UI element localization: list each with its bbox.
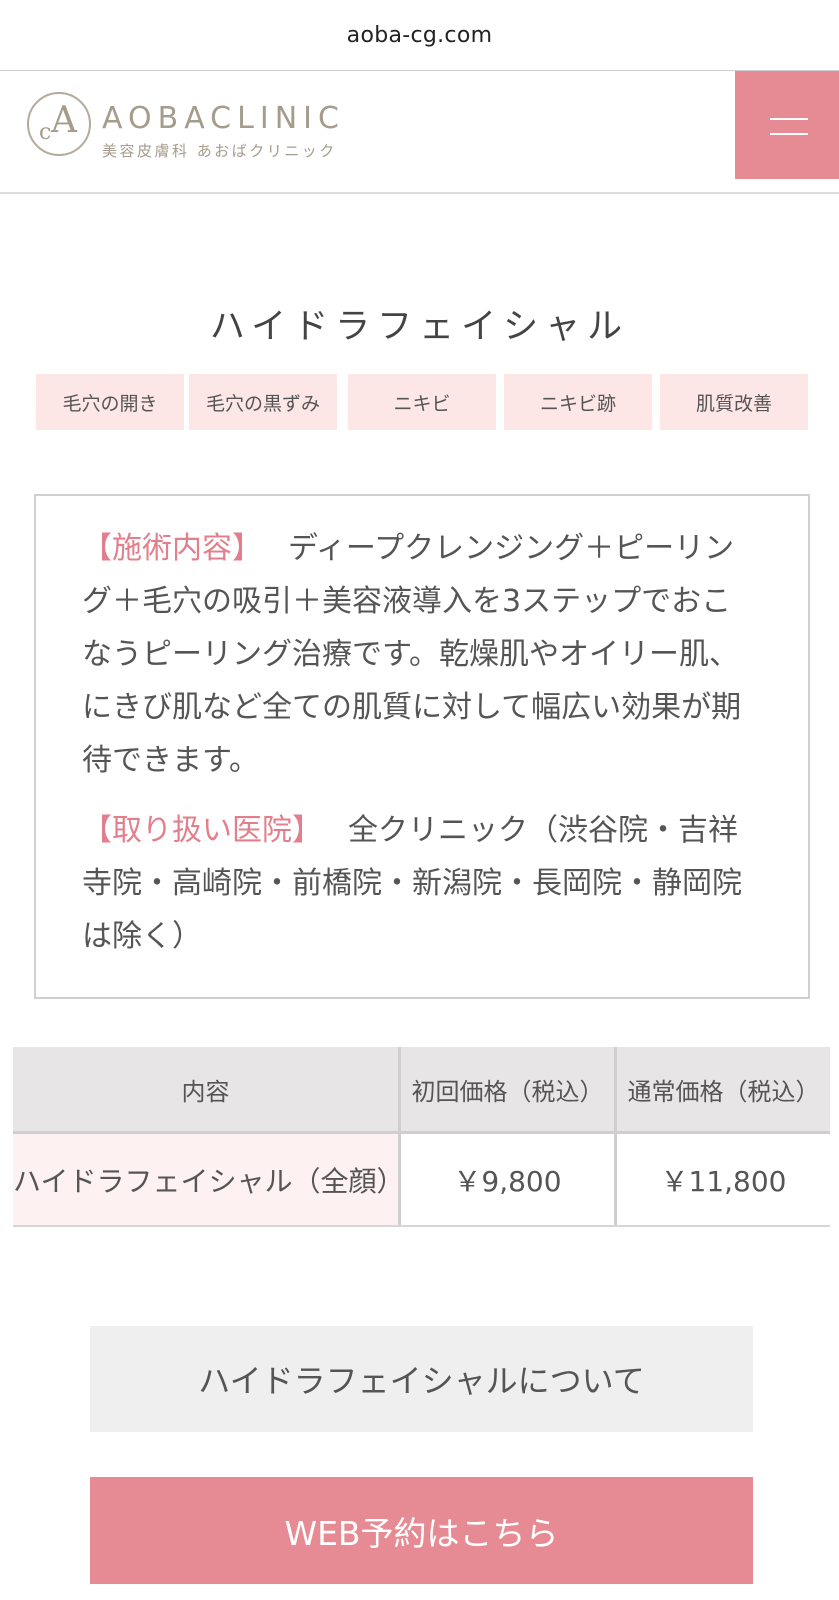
browser-url-bar[interactable]: aoba-cg.com xyxy=(0,0,839,71)
tag-acne-scars[interactable]: ニキビ跡 xyxy=(504,374,652,430)
table-row: ハイドラフェイシャル（全顔） ￥9,800 ￥11,800 xyxy=(13,1134,830,1227)
content-text: ディープクレンジング＋ピーリング＋毛穴の吸引＋美容液導入を3ステップでおこなうピ… xyxy=(82,531,742,778)
row-regular-price: ￥11,800 xyxy=(614,1134,830,1225)
site-header: c A AOBACLINIC 美容皮膚科 あおばクリニック xyxy=(0,71,839,194)
table-header-row: 内容 初回価格（税込） 通常価格（税込） xyxy=(13,1047,830,1134)
content-label: 【施術内容】 xyxy=(82,531,262,566)
web-reservation-button[interactable]: WEB予約はこちら xyxy=(90,1477,753,1584)
treatment-content: 【施術内容】 ディープクレンジング＋ピーリング＋毛穴の吸引＋美容液導入を3ステップ… xyxy=(82,522,742,787)
logo-subtitle: 美容皮膚科 あおばクリニック xyxy=(102,142,337,160)
treatment-clinics: 【取り扱い医院】 全クリニック（渋谷院・吉祥寺院・高崎院・前橋院・新潟院・長岡院・… xyxy=(82,804,742,963)
hamburger-icon-line xyxy=(770,133,808,135)
row-treatment-name: ハイドラフェイシャル（全顔） xyxy=(13,1134,404,1225)
clinics-label: 【取り扱い医院】 xyxy=(82,813,322,848)
tag-acne[interactable]: ニキビ xyxy=(348,374,496,430)
row-first-price: ￥9,800 xyxy=(398,1134,614,1225)
tag-blackheads[interactable]: 毛穴の黒ずみ xyxy=(189,374,337,430)
tag-skin-quality[interactable]: 肌質改善 xyxy=(660,374,808,430)
page-title: ハイドラフェイシャル xyxy=(209,307,630,347)
clinic-logo-icon[interactable]: c A xyxy=(27,92,91,156)
header-first-price: 初回価格（税込） xyxy=(398,1047,614,1131)
treatment-info-box: 【施術内容】 ディープクレンジング＋ピーリング＋毛穴の吸引＋美容液導入を3ステップ… xyxy=(34,494,810,999)
url-text: aoba-cg.com xyxy=(346,22,493,48)
menu-button[interactable] xyxy=(735,71,839,179)
tag-pore-opening[interactable]: 毛穴の開き xyxy=(36,374,184,430)
concern-tags: 毛穴の開き 毛穴の黒ずみ ニキビ ニキビ跡 肌質改善 xyxy=(36,374,808,430)
logo-text[interactable]: AOBACLINIC xyxy=(102,101,345,136)
header-regular-price: 通常価格（税込） xyxy=(614,1047,830,1131)
hamburger-icon xyxy=(770,118,808,120)
about-treatment-button[interactable]: ハイドラフェイシャルについて xyxy=(90,1326,753,1432)
logo-mark-c: c xyxy=(39,120,52,145)
logo-mark-a: A xyxy=(51,100,77,141)
header-content: 内容 xyxy=(181,1077,230,1106)
